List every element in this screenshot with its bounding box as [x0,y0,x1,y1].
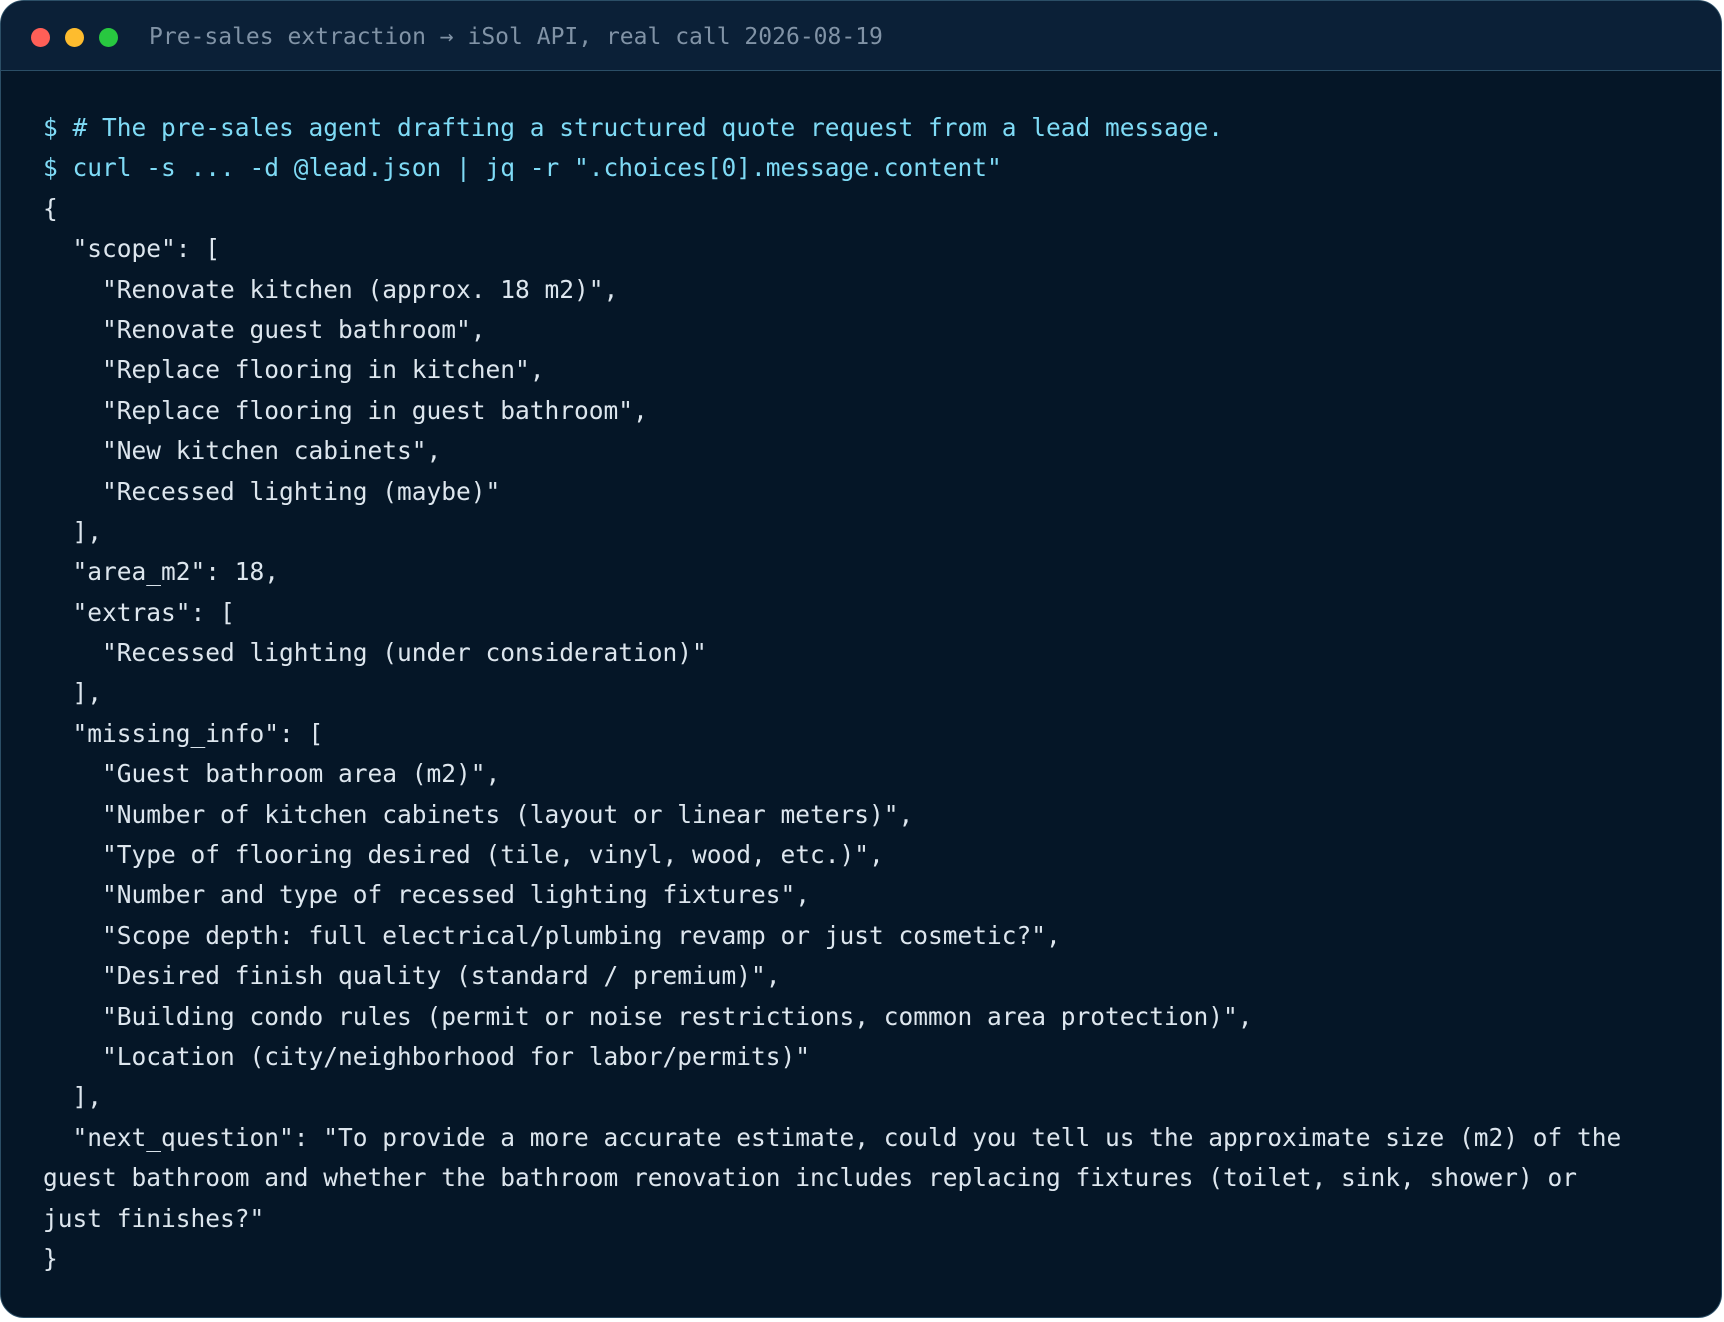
output-line: "area_m2": 18, [43,557,280,587]
output-line: "New kitchen cabinets", [43,436,442,466]
output-line: ], [43,678,103,708]
output-line: "Replace flooring in kitchen", [43,355,545,385]
output-line: guest bathroom and whether the bathroom … [43,1163,1578,1193]
output-line: "next_question": "To provide a more accu… [43,1122,1622,1152]
output-line: "Desired finish quality (standard / prem… [43,961,781,991]
window-title: Pre-sales extraction → iSol API, real ca… [149,24,883,50]
terminal-window: Pre-sales extraction → iSol API, real ca… [0,0,1722,1318]
output-line: "Guest bathroom area (m2)", [43,759,501,789]
output-line: "Type of flooring desired (tile, vinyl, … [43,840,884,870]
minimize-window-button[interactable] [65,28,84,47]
output-line: "Renovate kitchen (approx. 18 m2)", [43,274,619,304]
output-line: "Scope depth: full electrical/plumbing r… [43,920,1061,950]
output-line: "Number and type of recessed lighting fi… [43,880,811,910]
title-bar: Pre-sales extraction → iSol API, real ca… [1,1,1721,71]
output-line: ], [43,1082,103,1112]
maximize-window-button[interactable] [99,28,118,47]
output-line: } [43,1243,58,1273]
output-line: "Location (city/neighborhood for labor/p… [43,1041,811,1071]
output-line: "Recessed lighting (maybe)" [43,476,501,506]
close-window-button[interactable] [31,28,50,47]
output-line: just finishes?" [43,1203,265,1233]
output-line: { [43,193,58,223]
output-line: "scope": [ [43,234,221,264]
output-line: "missing_info": [ [43,718,324,748]
terminal-output[interactable]: $ # The pre-sales agent drafting a struc… [43,108,1693,1279]
output-line: "Replace flooring in guest bathroom", [43,395,648,425]
output-line: "Number of kitchen cabinets (layout or l… [43,799,914,829]
output-line: "Renovate guest bathroom", [43,314,486,344]
output-line: "Building condo rules (permit or noise r… [43,1001,1253,1031]
output-line: "extras": [ [43,597,235,627]
output-line: "Recessed lighting (under consideration)… [43,638,707,668]
command-line: $ curl -s ... -d @lead.json | jq -r ".ch… [43,153,1002,183]
output-line: ], [43,516,103,546]
command-line: $ # The pre-sales agent drafting a struc… [43,113,1224,142]
